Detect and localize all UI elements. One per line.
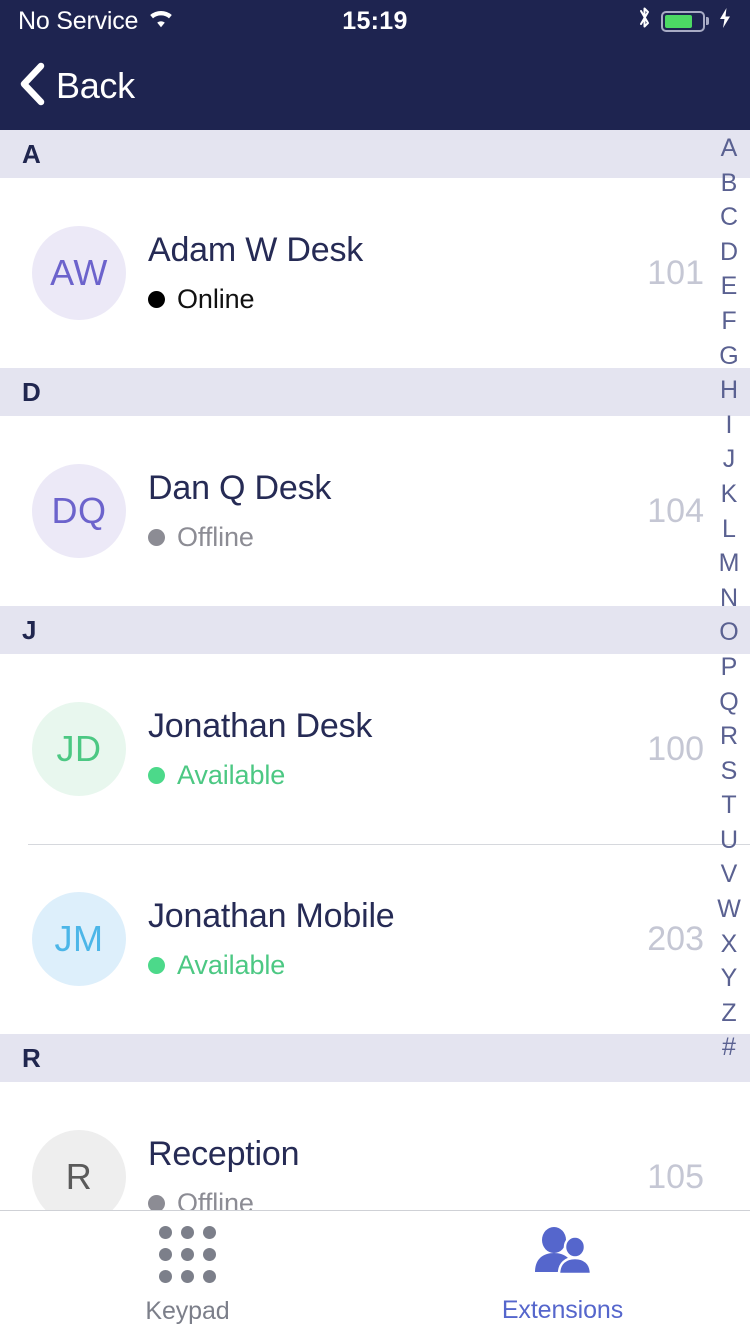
navigation-bar: Back xyxy=(0,42,750,130)
phone-screen: No Service 15:19 Back A AW Adam W Desk O… xyxy=(0,0,750,1334)
section-rows: DQ Dan Q Desk Offline 104 xyxy=(0,416,750,606)
alpha-index-letter[interactable]: P xyxy=(708,650,750,685)
contact-status: Offline xyxy=(148,522,647,553)
alpha-index-letter[interactable]: I xyxy=(708,408,750,443)
contact-info: Reception Offline xyxy=(148,1135,647,1210)
contact-info: Adam W Desk Online xyxy=(148,231,647,315)
back-label: Back xyxy=(56,65,135,106)
charging-bolt-icon xyxy=(718,7,732,36)
tab-keypad-label: Keypad xyxy=(145,1296,230,1325)
alpha-index-letter[interactable]: S xyxy=(708,754,750,789)
contact-row[interactable]: AW Adam W Desk Online 101 xyxy=(0,178,750,368)
extension-number: 203 xyxy=(647,919,704,958)
section-header: D xyxy=(0,368,750,416)
chevron-left-icon xyxy=(16,61,50,112)
alpha-index-letter[interactable]: G xyxy=(708,339,750,374)
back-button[interactable]: Back xyxy=(16,61,135,112)
alpha-index-letter[interactable]: A xyxy=(708,131,750,166)
status-bar-left: No Service xyxy=(18,7,174,36)
contact-row[interactable]: JD Jonathan Desk Available 100 xyxy=(0,654,750,844)
status-dot-icon xyxy=(148,291,165,308)
alpha-index-letter[interactable]: Q xyxy=(708,685,750,720)
contact-name: Reception xyxy=(148,1135,300,1173)
alpha-index-letter[interactable]: L xyxy=(708,512,750,547)
contact-info: Jonathan Desk Available xyxy=(148,707,647,791)
section-rows: JD Jonathan Desk Available 100 JM Jonathan Mo… xyxy=(0,654,750,1034)
alpha-index-letter[interactable]: J xyxy=(708,442,750,477)
alpha-index-letter[interactable]: F xyxy=(708,304,750,339)
contact-info: Jonathan Mobile Available xyxy=(148,897,647,981)
alpha-index-letter[interactable]: T xyxy=(708,788,750,823)
avatar: JD xyxy=(32,702,126,796)
alpha-index-letter[interactable]: D xyxy=(708,235,750,270)
avatar: R xyxy=(32,1130,126,1210)
status-dot-icon xyxy=(148,767,165,784)
status-label: Available xyxy=(177,950,286,980)
status-label: Offline xyxy=(177,522,254,552)
people-icon xyxy=(532,1226,594,1282)
bluetooth-icon xyxy=(637,5,652,37)
extensions-list[interactable]: A AW Adam W Desk Online 101 D DQ Dan Q Desk Offl… xyxy=(0,130,750,1210)
section-header: A xyxy=(0,130,750,178)
alpha-index-letter[interactable]: C xyxy=(708,200,750,235)
alpha-index-letter[interactable]: Z xyxy=(708,996,750,1031)
status-bar-right xyxy=(637,5,732,37)
avatar: AW xyxy=(32,226,126,320)
alpha-index-letter[interactable]: M xyxy=(708,546,750,581)
alpha-index-letter[interactable]: E xyxy=(708,269,750,304)
section-rows: R Reception Offline 105 xyxy=(0,1082,750,1210)
contact-row[interactable]: R Reception Offline 105 xyxy=(0,1082,750,1210)
alpha-index-letter[interactable]: U xyxy=(708,823,750,858)
alpha-index-letter[interactable]: X xyxy=(708,927,750,962)
alphabet-index[interactable]: A B C D E F G H I J K L M N O P Q R S T U V W X Y Z # xyxy=(708,130,750,1210)
keypad-grid-icon xyxy=(159,1225,216,1283)
section-header: R xyxy=(0,1034,750,1082)
extension-number: 100 xyxy=(647,729,704,768)
alpha-index-letter[interactable]: B xyxy=(708,166,750,201)
contact-status: Offline xyxy=(148,1188,647,1210)
status-dot-icon xyxy=(148,957,165,974)
contact-row[interactable]: JM Jonathan Mobile Available 203 xyxy=(0,844,750,1034)
extension-number: 101 xyxy=(647,253,704,292)
alpha-index-letter[interactable]: # xyxy=(708,1030,750,1065)
contact-status: Available xyxy=(148,950,647,981)
tab-bar: Keypad Extensions xyxy=(0,1210,750,1334)
status-dot-icon xyxy=(148,529,165,546)
tab-keypad[interactable]: Keypad xyxy=(0,1211,375,1334)
alpha-index-letter[interactable]: H xyxy=(708,373,750,408)
status-label: Available xyxy=(177,760,286,790)
contact-info: Dan Q Desk Offline xyxy=(148,469,647,553)
wifi-icon xyxy=(148,7,174,36)
tab-extensions[interactable]: Extensions xyxy=(375,1211,750,1334)
avatar: JM xyxy=(32,892,126,986)
extension-number: 104 xyxy=(647,491,704,530)
contact-status: Available xyxy=(148,760,647,791)
contact-row[interactable]: DQ Dan Q Desk Offline 104 xyxy=(0,416,750,606)
status-dot-icon xyxy=(148,1195,165,1210)
contact-name: Jonathan Mobile xyxy=(148,897,395,935)
contact-status: Online xyxy=(148,284,647,315)
carrier-label: No Service xyxy=(18,6,139,35)
battery-icon xyxy=(661,10,709,32)
alpha-index-letter[interactable]: V xyxy=(708,857,750,892)
status-label: Offline xyxy=(177,1188,254,1210)
alpha-index-letter[interactable]: R xyxy=(708,719,750,754)
contact-name: Dan Q Desk xyxy=(148,469,332,507)
tab-extensions-label: Extensions xyxy=(501,1295,624,1324)
alpha-index-letter[interactable]: N xyxy=(708,581,750,616)
contact-name: Jonathan Desk xyxy=(148,707,373,745)
extension-number: 105 xyxy=(647,1157,704,1196)
alpha-index-letter[interactable]: W xyxy=(708,892,750,927)
section-rows: AW Adam W Desk Online 101 xyxy=(0,178,750,368)
alpha-index-letter[interactable]: O xyxy=(708,615,750,650)
section-header: J xyxy=(0,606,750,654)
avatar: DQ xyxy=(32,464,126,558)
alpha-index-letter[interactable]: K xyxy=(708,477,750,512)
alpha-index-letter[interactable]: Y xyxy=(708,961,750,996)
status-bar: No Service 15:19 xyxy=(0,0,750,42)
status-label: Online xyxy=(177,284,255,314)
contact-name: Adam W Desk xyxy=(148,231,364,269)
